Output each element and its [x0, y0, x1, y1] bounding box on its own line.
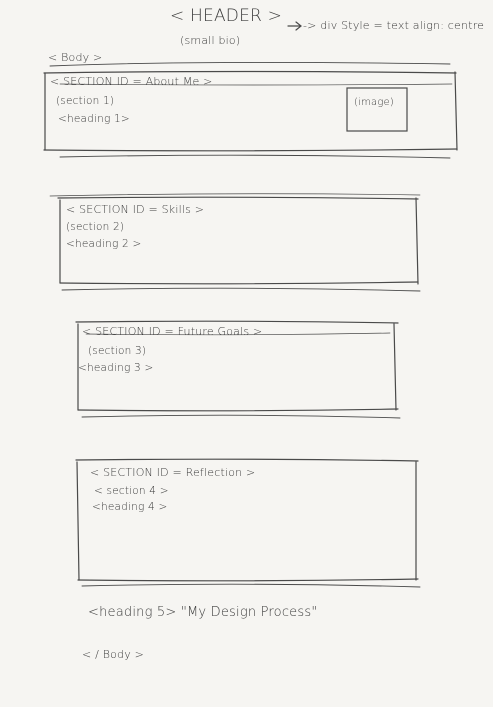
header-style-note: -> div Style = text align: centre: [303, 19, 485, 32]
section-1-label: (section 1): [56, 95, 115, 107]
section-2-heading: <heading 2 >: [66, 238, 142, 250]
section-1-image-label: (image): [354, 97, 395, 108]
header-subtitle: (small bio): [180, 34, 241, 47]
section-3-label: (section 3): [88, 345, 147, 357]
section-2-id: < SECTION ID = Skills >: [66, 203, 205, 216]
body-close-tag: < / Body >: [82, 648, 145, 661]
sketch-page: < HEADER > -> div Style = text align: ce…: [0, 0, 493, 707]
heading-5-line: <heading 5> "My Design Process": [88, 605, 318, 620]
section-1-heading: <heading 1>: [58, 113, 130, 125]
section-4-heading: <heading 4 >: [92, 501, 168, 513]
body-open-tag: < Body >: [48, 51, 103, 64]
section-1-id: < SECTION ID = About Me >: [50, 75, 213, 88]
image-placeholder-box: [346, 87, 408, 132]
section-4-id: < SECTION ID = Reflection >: [90, 466, 256, 479]
section-3-heading: <heading 3 >: [78, 362, 154, 374]
header-tag: < HEADER >: [170, 6, 283, 26]
section-4-label: < section 4 >: [94, 485, 169, 497]
section-2-label: (section 2): [66, 221, 125, 233]
section-3-id: < SECTION ID = Future Goals >: [82, 325, 263, 338]
